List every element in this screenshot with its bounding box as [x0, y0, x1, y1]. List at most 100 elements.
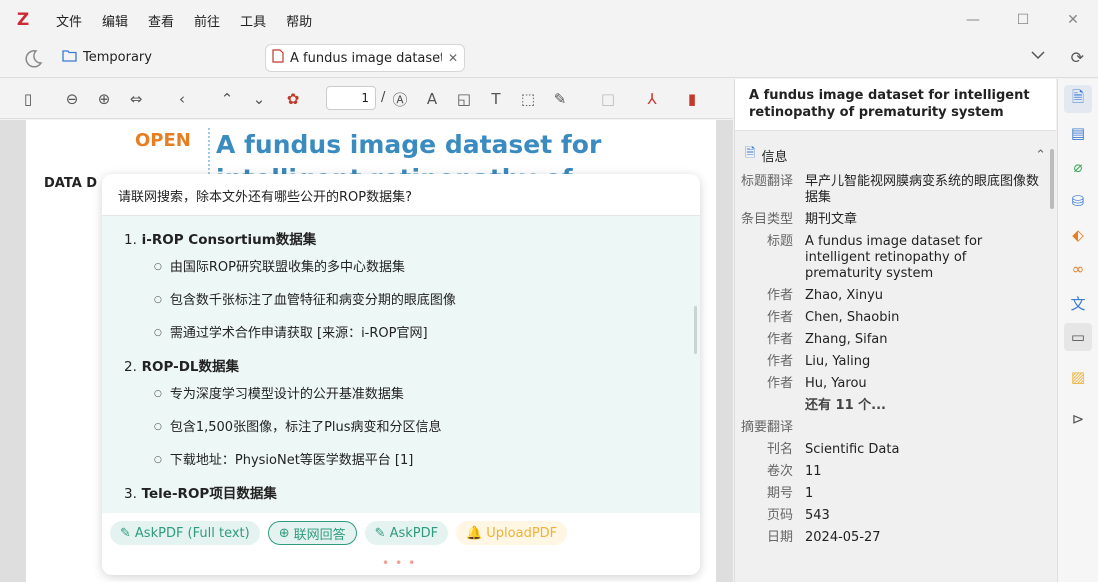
- field-row: 作者 Chen, Shaobin: [766, 310, 900, 325]
- globe-icon: ⊕: [278, 525, 290, 541]
- locate-icon[interactable]: ⊳: [1064, 405, 1092, 433]
- pdf-side-label: DATA D: [44, 176, 98, 191]
- page-down-icon[interactable]: ⌄: [247, 87, 271, 111]
- chevron-up-icon[interactable]: ⌃: [1035, 148, 1046, 163]
- menu-tools[interactable]: 工具: [230, 11, 276, 30]
- chat-question: 请联网搜索，除本文外还有哪些公开的ROP数据集?: [102, 174, 700, 216]
- info-icon[interactable]: 🗎: [1064, 85, 1092, 113]
- answer-bullet: 专为深度学习模型设计的公开基准数据集: [154, 383, 678, 402]
- chat-scrollbar[interactable]: [694, 306, 697, 354]
- text-tool-icon[interactable]: T: [484, 87, 508, 111]
- area-select-icon[interactable]: ⬚: [516, 87, 540, 111]
- item-pane-scrollbar[interactable]: [1050, 149, 1054, 209]
- menu-bar: Z 文件 编辑 查看 前往 工具 帮助 — ☐ ✕: [0, 0, 1098, 40]
- back-icon[interactable]: ‹: [170, 87, 194, 111]
- folder-icon: [62, 49, 77, 66]
- answer-heading: 3. Tele-ROP项目数据集: [124, 486, 277, 502]
- spark-icon: ✎: [120, 525, 131, 541]
- field-row: 摘要翻译: [740, 420, 793, 435]
- item-pane: A fundus image dataset for intelligent r…: [734, 79, 1056, 582]
- minimize-button[interactable]: —: [948, 0, 998, 40]
- chat-actions: ✎ AskPDF (Full text) ⊕ 联网回答 ✎ AskPDF 🔔 Uploa…: [102, 513, 700, 553]
- sidebar-toggle-icon[interactable]: ▯: [16, 87, 40, 111]
- web-answer-button[interactable]: ⊕ 联网回答: [267, 521, 357, 545]
- menu-go[interactable]: 前往: [184, 11, 230, 30]
- info-fields: 标题翻译 早产儿智能视网膜病变系统的眼底图像数据集 条目类型 期刊文章 标题 A fu…: [735, 171, 1056, 549]
- chat-answer: 1. i-ROP Consortium数据集 由国际ROP研究联盟收集的多中心数…: [102, 216, 700, 513]
- field-row: 作者 Liu, Yaling: [766, 354, 871, 369]
- answer-bullet: 需通过学术合作申请获取 [来源：i-ROP官网]: [154, 322, 678, 341]
- chevron-down-icon[interactable]: [1030, 48, 1046, 64]
- field-row: 标题翻译 早产儿智能视网膜病变系统的眼底图像数据集: [740, 174, 1040, 205]
- page-up-icon[interactable]: ⌃: [215, 87, 239, 111]
- info-section-label: 信息: [761, 149, 788, 165]
- translate-icon[interactable]: 文: [1064, 289, 1092, 317]
- field-row: 作者 Zhang, Sifan: [766, 332, 888, 347]
- moon-icon[interactable]: [22, 48, 44, 70]
- answer-bullet: 包含数千张标注了血管特征和病变分期的眼底图像: [154, 289, 678, 308]
- open-access-label: OPEN: [135, 130, 191, 151]
- tab-library-label: Temporary: [83, 50, 152, 65]
- draw-icon[interactable]: ✎: [548, 87, 572, 111]
- field-row: 作者 Hu, Yarou: [766, 376, 867, 391]
- uploadpdf-button[interactable]: 🔔 UploadPDF: [456, 521, 568, 545]
- ai-assistant-icon[interactable]: ✿: [281, 87, 305, 111]
- fit-width-icon[interactable]: ⇔: [124, 87, 148, 111]
- loading-dots: •••: [382, 556, 422, 570]
- zoom-in-icon[interactable]: ⊕: [92, 87, 116, 111]
- field-row: 页码 543: [766, 508, 830, 523]
- attachments-icon[interactable]: ⌀: [1064, 153, 1092, 181]
- tab-bar: Temporary A fundus image dataset ✕ ⟳: [0, 40, 1098, 78]
- askpdf-fulltext-button[interactable]: ✎ AskPDF (Full text): [110, 521, 260, 545]
- bookmark-icon[interactable]: ▮: [680, 87, 704, 111]
- side-navigation: 🗎 ▤ ⌀ ⛁ ⬖ ∞ 文 ▭ ▨ ⊳: [1057, 79, 1098, 582]
- info-doc-icon: 🗎: [745, 146, 756, 161]
- close-tab-icon[interactable]: ✕: [448, 51, 458, 65]
- note-icon[interactable]: ◱: [452, 87, 476, 111]
- zotero-logo-icon: Z: [16, 10, 30, 30]
- answer-heading: 2. ROP-DL数据集: [124, 359, 240, 375]
- abstract-icon[interactable]: ▤: [1064, 119, 1092, 147]
- tab-library[interactable]: Temporary: [62, 49, 152, 66]
- item-title: A fundus image dataset for intelligent r…: [735, 79, 1056, 131]
- field-row: 标题 A fundus image dataset for intelligent…: [766, 234, 983, 281]
- acrobat-icon[interactable]: ⅄: [640, 87, 664, 111]
- answer-bullet: 包含1,500张图像，标注了Plus病变和分区信息: [154, 416, 678, 435]
- spark-icon: ✎: [374, 525, 386, 541]
- color-picker-icon[interactable]: □: [596, 87, 620, 111]
- page-separator: /: [381, 90, 386, 105]
- close-window-button[interactable]: ✕: [1048, 0, 1098, 40]
- library-icon[interactable]: ⛁: [1064, 187, 1092, 215]
- field-row: 条目类型 期刊文章: [740, 212, 858, 227]
- more-authors-link[interactable]: 还有 11 个...: [735, 395, 1056, 417]
- field-row: 日期 2024-05-27: [766, 530, 881, 545]
- askpdf-button[interactable]: ✎ AskPDF: [364, 521, 449, 545]
- field-row: 期号 1: [766, 486, 814, 501]
- ai-chat-panel: 请联网搜索，除本文外还有哪些公开的ROP数据集? 1. i-ROP Consor…: [102, 174, 700, 575]
- maximize-button[interactable]: ☐: [998, 0, 1048, 40]
- notes-icon[interactable]: ▨: [1064, 363, 1092, 391]
- pdf-title: A fundus image dataset for intelligent r…: [208, 128, 628, 178]
- tag-icon[interactable]: ⬖: [1064, 221, 1092, 249]
- field-row: 作者 Zhao, Xinyu: [766, 288, 884, 303]
- underline-text-icon[interactable]: A: [420, 87, 444, 111]
- menu-file[interactable]: 文件: [46, 11, 92, 30]
- related-icon[interactable]: ∞: [1064, 255, 1092, 283]
- tab-document-label: A fundus image dataset: [290, 50, 442, 66]
- info-section-header[interactable]: 🗎 信息 ⌃: [735, 139, 1056, 171]
- page-number-input[interactable]: 1: [326, 86, 376, 110]
- text-box-icon[interactable]: Ⓐ: [388, 87, 412, 111]
- zoom-out-icon[interactable]: ⊖: [60, 87, 84, 111]
- bell-icon: 🔔: [466, 525, 483, 541]
- field-row: 刊名 Scientific Data: [766, 442, 900, 457]
- answer-bullet: 由国际ROP研究联盟收集的多中心数据集: [154, 256, 678, 275]
- menu-view[interactable]: 查看: [138, 11, 184, 30]
- field-row: 卷次 11: [766, 464, 822, 479]
- tab-document[interactable]: A fundus image dataset ✕: [265, 44, 465, 72]
- menu-edit[interactable]: 编辑: [92, 11, 138, 30]
- sync-icon[interactable]: ⟳: [1071, 48, 1084, 67]
- menu-help[interactable]: 帮助: [276, 11, 322, 30]
- reader-toolbar: ▯ ⊖ ⊕ ⇔ ‹ ⌃ ⌄ ✿ 1 / Ⓐ A ◱ T ⬚ ✎ □ ⅄ ▮: [0, 79, 733, 119]
- answer-heading: 1. i-ROP Consortium数据集: [124, 232, 317, 248]
- chat-icon[interactable]: ▭: [1064, 323, 1092, 351]
